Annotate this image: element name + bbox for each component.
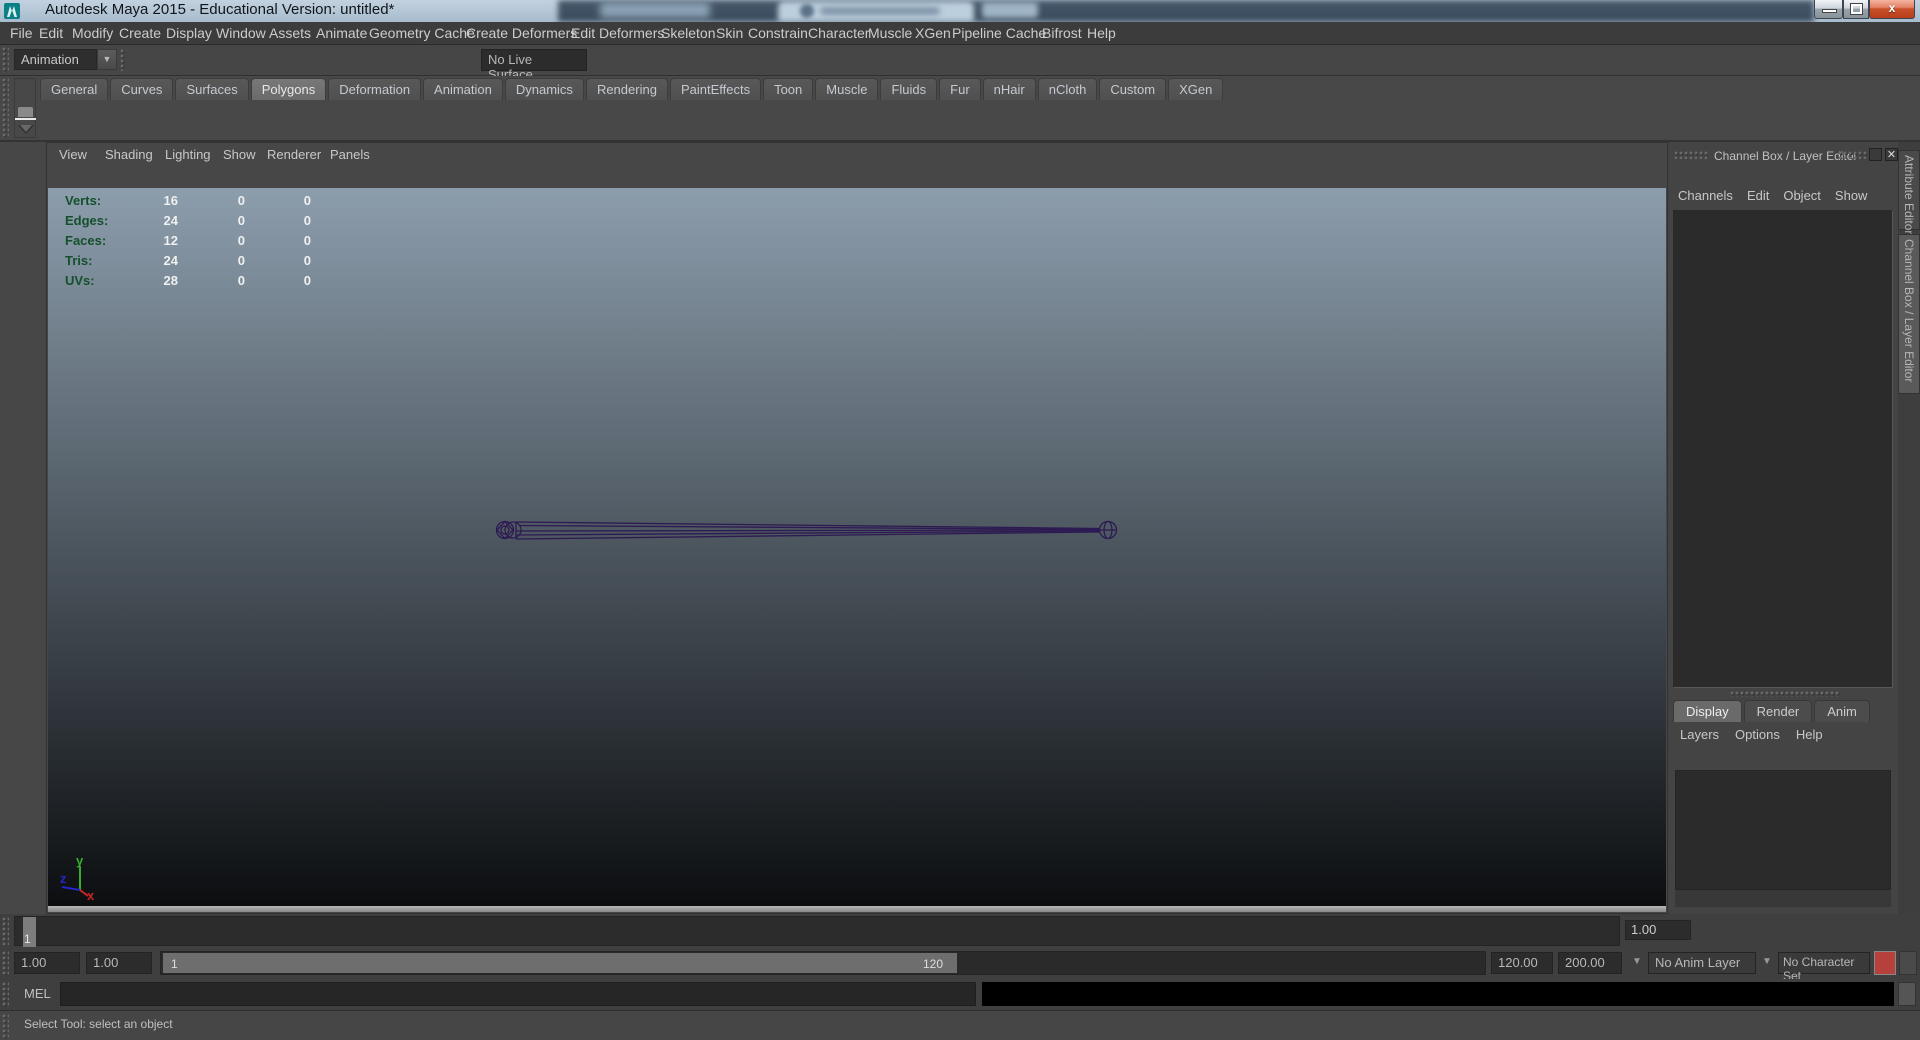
svg-text:x: x [87,888,95,900]
svg-text:y: y [76,856,84,868]
svg-text:z: z [60,871,67,886]
